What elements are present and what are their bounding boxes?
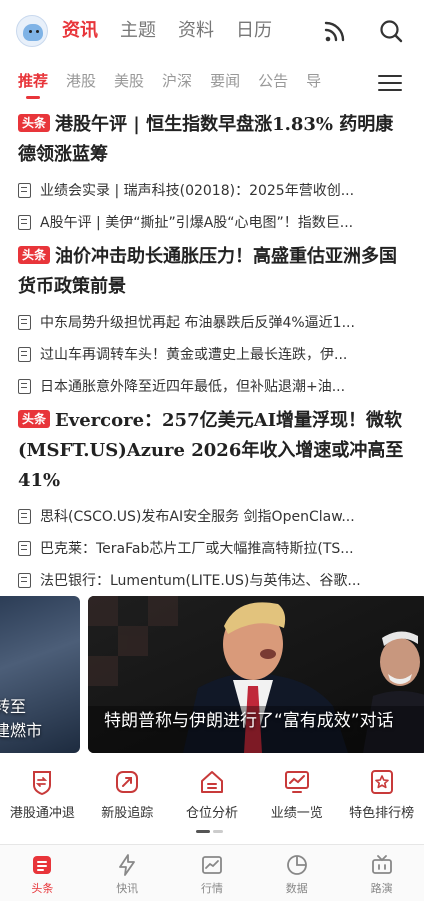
- list-item[interactable]: 法巴银行：Lumentum(LITE.US)与英伟达、谷歌...: [18, 564, 408, 596]
- headline-text: Evercore：257亿美元AI增量浮现！微软(MSFT.US)Azure 2…: [18, 410, 404, 491]
- subtab-shsz[interactable]: 沪深: [162, 70, 192, 92]
- top-bar: 资讯 主题 资料 日历: [0, 0, 424, 62]
- headline-tag: 头条: [18, 114, 51, 132]
- nav-label: 头条: [31, 882, 54, 895]
- list-item[interactable]: 思科(CSCO.US)发布AI安全服务 剑指OpenClaw...: [18, 500, 408, 532]
- news-block: 头条 港股午评 | 恒生指数早盘涨1.83% 药明康德领涨蓝筹 业绩会实录 | 瑞…: [18, 110, 408, 238]
- document-icon: [18, 214, 31, 230]
- rocket-icon: [116, 771, 139, 793]
- subtab-us[interactable]: 美股: [114, 70, 144, 92]
- entry-hk-connect[interactable]: 港股通冲退: [0, 768, 85, 828]
- entry-rankings[interactable]: 特色排行榜: [339, 768, 424, 828]
- news-headline[interactable]: 头条 港股午评 | 恒生指数早盘涨1.83% 药明康德领涨蓝筹: [18, 110, 408, 170]
- nav-flash[interactable]: 快讯: [85, 845, 170, 901]
- list-item-text: 法巴银行：Lumentum(LITE.US)与英伟达、谷歌...: [40, 573, 361, 589]
- document-icon: [18, 508, 31, 524]
- nav-label: 快讯: [116, 882, 139, 895]
- page-indicator: [196, 830, 223, 833]
- subtab-recommend[interactable]: 推荐: [18, 70, 48, 92]
- sub-tabs: 推荐 港股 美股 沪深 要闻 公告 导: [0, 62, 424, 102]
- slide-caption: 转至 建燃市: [0, 697, 43, 740]
- list-item-text: 思科(CSCO.US)发布AI安全服务 剑指OpenClaw...: [40, 509, 355, 525]
- menu-icon[interactable]: [378, 72, 402, 92]
- list-item[interactable]: 中东局势升级担忧再起 布油暴跌后反弹4%逼近1...: [18, 306, 408, 338]
- entry-label: 仓位分析: [185, 806, 238, 821]
- entry-label: 港股通冲退: [9, 806, 75, 821]
- document-icon: [18, 182, 31, 198]
- nav-label: 路演: [370, 882, 393, 895]
- nav-label: 数据: [285, 882, 308, 895]
- chart-icon: [202, 856, 222, 874]
- entry-label: 新股追踪: [101, 806, 154, 821]
- list-item-text: 过山车再调转车头！黄金或遭史上最长连跌，伊...: [40, 347, 348, 363]
- nav-market[interactable]: 行情: [170, 845, 255, 901]
- subtab-more[interactable]: 导: [306, 70, 321, 92]
- news-block: 头条 Evercore：257亿美元AI增量浮现！微软(MSFT.US)Azure…: [18, 406, 408, 596]
- headline-tag: 头条: [18, 410, 51, 428]
- shield-icon: [33, 771, 52, 796]
- nav-label: 行情: [200, 882, 223, 895]
- document-icon: [18, 540, 31, 556]
- headline-icon: [33, 856, 52, 874]
- slide-caption: 特朗普称与伊朗进行了“富有成效”对话: [104, 711, 394, 731]
- bottom-nav: 头条 快讯 行情 数据 路演: [0, 844, 424, 901]
- tab-calendar[interactable]: 日历: [236, 18, 272, 44]
- entry-label: 特色排行榜: [349, 806, 415, 821]
- nav-roadshow[interactable]: 路演: [339, 845, 424, 901]
- nav-data[interactable]: 数据: [254, 845, 339, 901]
- list-item-text: 日本通胀意外降至近四年最低，但补贴退潮+油...: [40, 379, 346, 395]
- nav-headlines[interactable]: 头条: [0, 845, 85, 901]
- subtab-announcements[interactable]: 公告: [258, 70, 288, 92]
- quick-entries: 港股通冲退 新股追踪 仓位分析 业绩一览 特色排行榜: [0, 768, 424, 828]
- main-tabs: 资讯 主题 资料 日历: [62, 18, 272, 44]
- entry-ipo-tracking[interactable]: 新股追踪: [85, 768, 170, 828]
- news-carousel[interactable]: 转至 建燃市 特朗普称与伊朗进行了“富有成效”对话: [0, 596, 424, 756]
- list-item[interactable]: 日本通胀意外降至近四年最低，但补贴退潮+油...: [18, 370, 408, 402]
- tv-icon: [371, 855, 392, 874]
- list-item[interactable]: 过山车再调转车头！黄金或遭史上最长连跌，伊...: [18, 338, 408, 370]
- entry-position-analysis[interactable]: 仓位分析: [170, 768, 255, 828]
- subtab-hk[interactable]: 港股: [66, 70, 96, 92]
- entry-label: 业绩一览: [270, 806, 323, 821]
- document-icon: [18, 346, 31, 362]
- search-icon[interactable]: [378, 18, 404, 44]
- list-item[interactable]: 巴克莱：TeraFab芯片工厂或大幅推高特斯拉(TS...: [18, 532, 408, 564]
- list-item-text: 巴克莱：TeraFab芯片工厂或大幅推高特斯拉(TS...: [40, 541, 354, 557]
- tab-themes[interactable]: 主题: [120, 18, 156, 44]
- monitor-chart-icon: [284, 771, 309, 793]
- list-item-text: A股午评 | 美伊“撕扯”引爆A股“心电图”！指数巨...: [40, 215, 354, 231]
- carousel-slide-prev[interactable]: 转至 建燃市: [0, 596, 80, 753]
- active-tab-indicator: [26, 96, 40, 99]
- document-icon: [18, 314, 31, 330]
- pie-icon: [286, 855, 307, 875]
- headline-text: 港股午评 | 恒生指数早盘涨1.83% 药明康德领涨蓝筹: [18, 114, 394, 165]
- list-item[interactable]: 业绩会实录 | 瑞声科技(02018)：2025年营收创...: [18, 174, 408, 206]
- carousel-slide-current[interactable]: 特朗普称与伊朗进行了“富有成效”对话: [88, 596, 424, 753]
- house-icon: [200, 771, 223, 793]
- entry-earnings-overview[interactable]: 业绩一览: [254, 768, 339, 828]
- star-icon: [370, 770, 393, 794]
- avatar[interactable]: [16, 15, 48, 47]
- list-item-text: 中东局势升级担忧再起 布油暴跌后反弹4%逼近1...: [40, 315, 355, 331]
- tab-news[interactable]: 资讯: [62, 18, 98, 44]
- subtab-headlines[interactable]: 要闻: [210, 70, 240, 92]
- news-block: 头条 油价冲击助长通胀压力！高盛重估亚洲多国货币政策前景 中东局势升级担忧再起 布…: [18, 242, 408, 402]
- document-icon: [18, 572, 31, 588]
- list-item[interactable]: A股午评 | 美伊“撕扯”引爆A股“心电图”！指数巨...: [18, 206, 408, 238]
- headline-text: 油价冲击助长通胀压力！高盛重估亚洲多国货币政策前景: [18, 246, 398, 297]
- news-headline[interactable]: 头条 Evercore：257亿美元AI增量浮现！微软(MSFT.US)Azure…: [18, 406, 408, 496]
- rss-icon[interactable]: [322, 18, 348, 44]
- news-headline[interactable]: 头条 油价冲击助长通胀压力！高盛重估亚洲多国货币政策前景: [18, 242, 408, 302]
- list-item-text: 业绩会实录 | 瑞声科技(02018)：2025年营收创...: [40, 183, 355, 199]
- document-icon: [18, 378, 31, 394]
- lightning-icon: [119, 854, 136, 876]
- headline-tag: 头条: [18, 246, 51, 264]
- sub-tab-row: 推荐 港股 美股 沪深 要闻 公告 导: [18, 70, 368, 92]
- tab-materials[interactable]: 资料: [178, 18, 214, 44]
